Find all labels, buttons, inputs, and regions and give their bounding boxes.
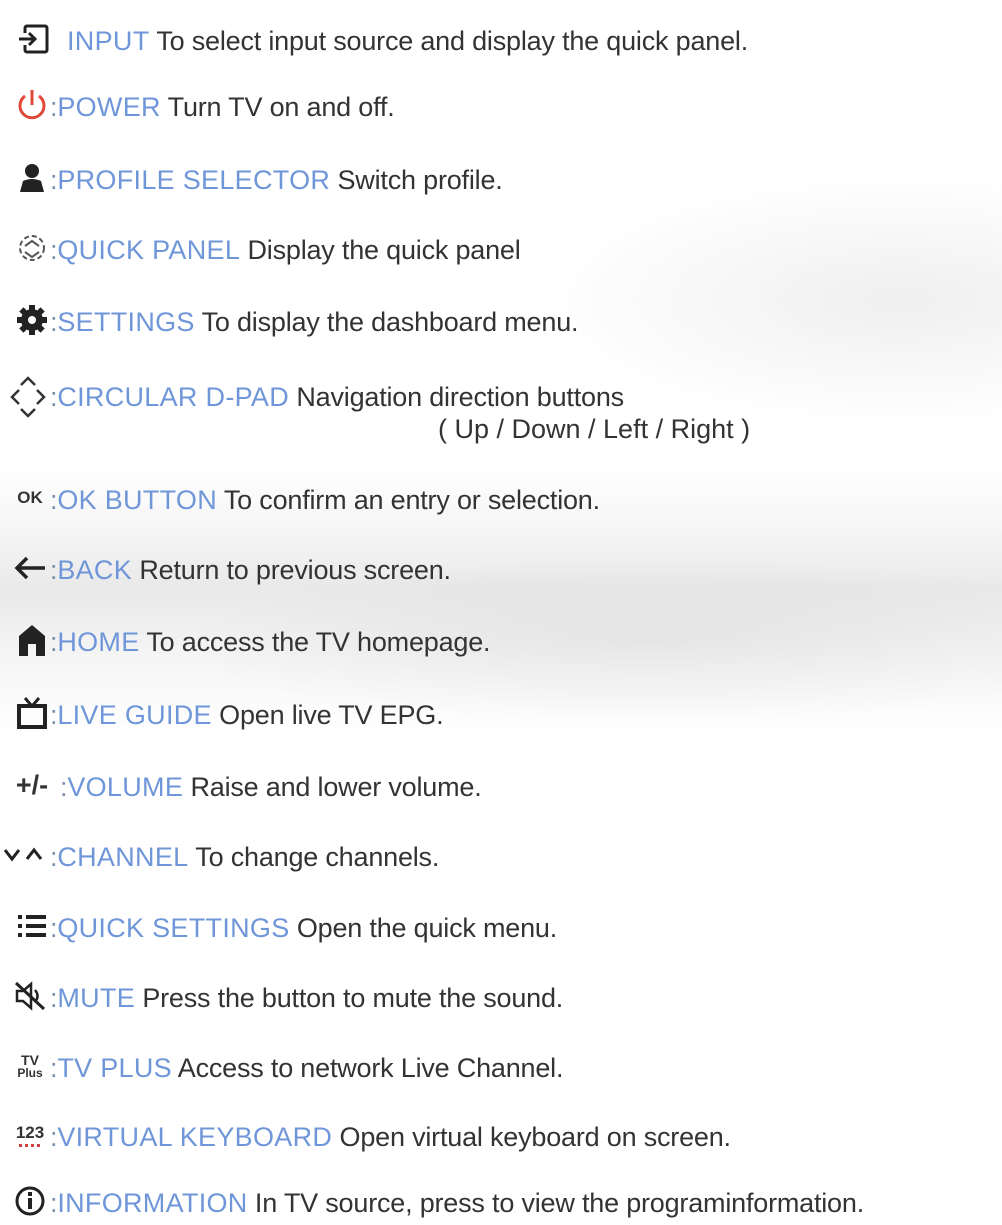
legend-row-mute: :MUTE Press the button to mute the sound…: [0, 973, 1002, 1019]
legend-row-information: :INFORMATION In TV source, press to view…: [0, 1178, 1002, 1224]
legend-description: To access the TV homepage.: [146, 627, 491, 657]
tv-plus-icon-label-top: TV: [21, 1051, 39, 1068]
legend-description-line2: ( Up / Down / Left / Right ): [438, 414, 751, 444]
legend-description: Open virtual keyboard on screen.: [339, 1122, 732, 1152]
volume-icon-label: +/-: [15, 769, 49, 800]
legend-description: Access to network Live Channel.: [177, 1053, 564, 1083]
quick-panel-icon: [12, 229, 52, 267]
legend-key: INPUT: [67, 26, 150, 56]
channel-icon: [0, 836, 48, 874]
gear-icon: [12, 301, 52, 339]
legend-description: In TV source, press to view the programi…: [254, 1188, 864, 1218]
legend-key: CHANNEL: [57, 842, 189, 872]
legend-row-volume: +/- :VOLUME Raise and lower volume.: [0, 762, 1002, 808]
tv-guide-icon: [12, 694, 52, 732]
tv-plus-icon-label-bottom: Plus: [17, 1065, 43, 1080]
legend-description: To select input source and display the q…: [156, 26, 748, 56]
legend-row-circular-dpad: :CIRCULAR D-PAD Navigation direction but…: [0, 372, 1002, 452]
legend-key: PROFILE SELECTOR: [57, 165, 331, 195]
power-icon: [12, 86, 52, 124]
legend-row-back: :BACK Return to previous screen.: [0, 545, 1002, 591]
keyboard-123-icon: 123: [10, 1116, 50, 1154]
legend-description: Open the quick menu.: [296, 913, 558, 943]
legend-row-profile-selector: :PROFILE SELECTOR Switch profile.: [0, 155, 1002, 201]
legend-row-quick-settings: :QUICK SETTINGS Open the quick menu.: [0, 903, 1002, 949]
legend-key: MUTE: [57, 983, 136, 1013]
legend-row-channel: :CHANNEL To change channels.: [0, 832, 1002, 878]
legend-row-live-guide: :LIVE GUIDE Open live TV EPG.: [0, 690, 1002, 736]
input-icon: [14, 20, 54, 58]
legend-row-virtual-keyboard: 123 :VIRTUAL KEYBOARD Open virtual keybo…: [0, 1112, 1002, 1158]
legend-row-quick-panel: :QUICK PANEL Display the quick panel: [0, 225, 1002, 271]
ok-icon: OK: [10, 479, 50, 517]
legend-row-settings: :SETTINGS To display the dashboard menu.: [0, 297, 1002, 343]
legend-row-ok-button: OK :OK BUTTON To confirm an entry or sel…: [0, 475, 1002, 521]
legend-key: OK BUTTON: [57, 485, 218, 515]
legend-key: QUICK SETTINGS: [57, 913, 290, 943]
legend-key: QUICK PANEL: [57, 235, 241, 265]
keyboard-icon-dots: [19, 1143, 41, 1147]
legend-key: TV PLUS: [57, 1053, 172, 1083]
tv-plus-icon: TV Plus: [10, 1047, 50, 1085]
legend-key: VOLUME: [67, 772, 184, 802]
legend-description: Raise and lower volume.: [190, 772, 482, 802]
mute-icon: [10, 977, 50, 1015]
legend-description: Switch profile.: [337, 165, 503, 195]
info-icon: [10, 1182, 50, 1220]
volume-icon: +/-: [8, 766, 56, 804]
legend-description: To change channels.: [195, 842, 440, 872]
home-icon: [12, 621, 52, 659]
legend-key: POWER: [57, 92, 161, 122]
legend-key: SETTINGS: [57, 307, 195, 337]
legend-description: To display the dashboard menu.: [201, 307, 579, 337]
legend-row-home: :HOME To access the TV homepage.: [0, 617, 1002, 663]
legend-row-power: :POWER Turn TV on and off.: [0, 82, 1002, 128]
back-arrow-icon: [10, 549, 50, 587]
dpad-icon: [8, 372, 48, 422]
legend-key: VIRTUAL KEYBOARD: [57, 1122, 333, 1152]
legend-description: Turn TV on and off.: [167, 92, 395, 122]
profile-icon: [12, 159, 52, 197]
legend-key: HOME: [57, 627, 140, 657]
legend-row-tv-plus: TV Plus :TV PLUS Access to network Live …: [0, 1043, 1002, 1089]
legend-key: LIVE GUIDE: [57, 700, 212, 730]
legend-description: Navigation direction buttons: [296, 382, 624, 412]
keyboard-icon-label: 123: [15, 1122, 45, 1142]
legend-description: Display the quick panel: [247, 235, 521, 265]
list-icon: [12, 907, 52, 945]
legend-key: CIRCULAR D-PAD: [57, 382, 290, 412]
legend-description: Press the button to mute the sound.: [142, 983, 564, 1013]
ok-icon-label: OK: [17, 488, 43, 507]
legend-description: To confirm an entry or selection.: [223, 485, 600, 515]
legend-key: INFORMATION: [57, 1188, 248, 1218]
legend-description: Open live TV EPG.: [219, 700, 444, 730]
legend-key: BACK: [57, 555, 133, 585]
legend-row-input: INPUT To select input source and display…: [0, 16, 1002, 62]
legend-description: Return to previous screen.: [139, 555, 451, 585]
